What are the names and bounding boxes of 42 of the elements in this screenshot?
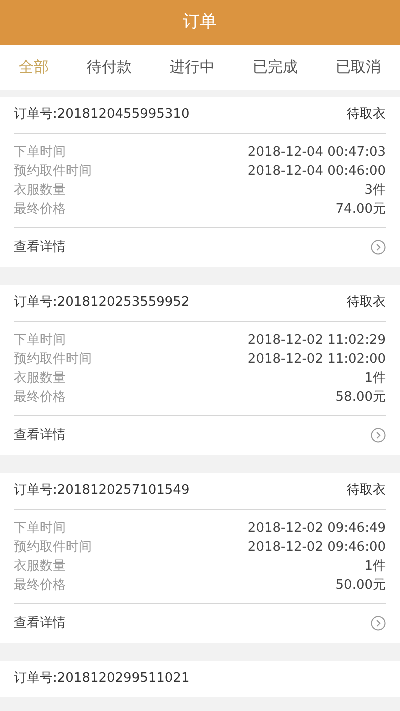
tab[interactable]: 已取消 (336, 56, 381, 79)
field-value: 2018-12-02 09:46:49 (248, 520, 386, 538)
field-value: 1件 (364, 370, 386, 388)
field-value: 2018-12-04 00:47:03 (248, 144, 386, 162)
field-label: 最终价格 (14, 201, 66, 219)
field-label: 衣服数量 (14, 370, 66, 388)
order-number: 订单号:2018120455995310 (14, 106, 190, 124)
field-value: 2018-12-02 11:02:00 (248, 351, 386, 369)
field-label: 最终价格 (14, 389, 66, 407)
order-status: 待取衣 (347, 294, 386, 312)
field-value: 2018-12-04 00:46:00 (248, 163, 386, 181)
field-label: 预约取件时间 (14, 351, 92, 369)
page-title: 订单 (183, 10, 217, 34)
field-value: 3件 (364, 182, 386, 200)
order-number: 订单号:2018120253559952 (14, 294, 190, 312)
details-link[interactable]: 查看详情 (14, 614, 66, 634)
chevron-circle-icon[interactable] (371, 428, 386, 443)
details-link[interactable]: 查看详情 (14, 238, 66, 258)
tab[interactable]: 进行中 (170, 56, 215, 79)
details-link[interactable]: 查看详情 (14, 426, 66, 446)
field-label: 预约取件时间 (14, 163, 92, 181)
field-label: 衣服数量 (14, 558, 66, 576)
field-value: 2018-12-02 09:46:00 (248, 539, 386, 557)
tab[interactable]: 已完成 (253, 56, 298, 79)
order-number: 订单号:2018120299511021 (14, 670, 190, 688)
field-label: 下单时间 (14, 520, 66, 538)
chevron-circle-icon[interactable] (371, 240, 386, 255)
field-label: 最终价格 (14, 577, 66, 595)
order-status: 待取衣 (347, 482, 386, 500)
field-value: 74.00元 (336, 201, 386, 219)
field-label: 下单时间 (14, 332, 66, 350)
order-status: 待取衣 (347, 106, 386, 124)
order-number: 订单号:2018120257101549 (14, 482, 190, 500)
field-value: 1件 (364, 558, 386, 576)
field-value: 50.00元 (336, 577, 386, 595)
tab[interactable]: 待付款 (87, 56, 132, 79)
field-label: 衣服数量 (14, 182, 66, 200)
field-label: 预约取件时间 (14, 539, 92, 557)
field-value: 2018-12-02 11:02:29 (248, 332, 386, 350)
chevron-circle-icon[interactable] (371, 616, 386, 631)
field-value: 58.00元 (336, 389, 386, 407)
field-label: 下单时间 (14, 144, 66, 162)
